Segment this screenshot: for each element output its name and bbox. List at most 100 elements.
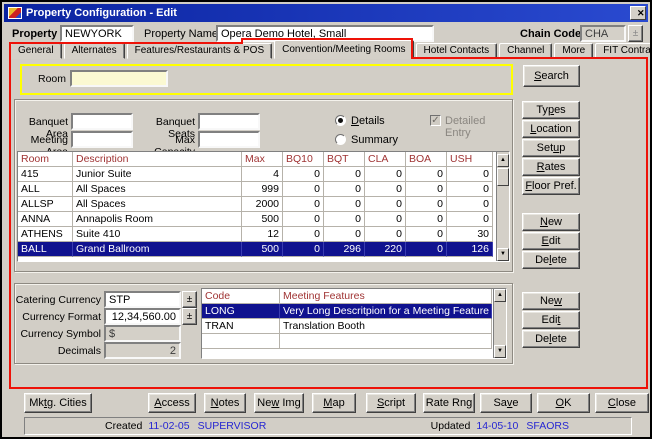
table-cell: LONG [202, 304, 280, 319]
table-cell: 0 [283, 167, 324, 182]
column-header: Meeting Features [280, 289, 492, 304]
table-row[interactable]: LONGVery Long Descritpion for a Meeting … [202, 304, 493, 319]
currency-symbol-input [104, 325, 181, 342]
table-row[interactable]: ALLAll Spaces99900000 [18, 182, 496, 197]
table-header-row: RoomDescriptionMaxBQ10BQTCLABOAUSH [18, 152, 496, 167]
property-input[interactable] [60, 25, 134, 42]
table-cell: 0 [324, 197, 365, 212]
table-cell: 415 [18, 167, 73, 182]
summary-radio[interactable] [335, 134, 346, 145]
table-row[interactable]: TRANTranslation Booth [202, 319, 493, 334]
table-cell: 0 [406, 212, 447, 227]
feature-new-button[interactable]: New [522, 292, 580, 310]
rooms-groupbox: Banquet Area Banquet Seats Meeting Area … [14, 99, 513, 272]
scrollbar-thumb[interactable] [497, 168, 509, 186]
floor-pref-button[interactable]: Floor Pref. [522, 177, 580, 195]
script-button[interactable]: Script [366, 393, 416, 413]
window-title: Property Configuration - Edit [26, 7, 177, 19]
table-cell: BALL [18, 242, 73, 257]
table-row[interactable]: 415Junior Suite400000 [18, 167, 496, 182]
table-row[interactable]: ANNAAnnapolis Room50000000 [18, 212, 496, 227]
table-cell: 0 [283, 212, 324, 227]
search-button[interactable]: Search [523, 65, 580, 87]
tab-general[interactable]: General [10, 43, 62, 59]
table-cell: 12 [242, 227, 283, 242]
chain-code-input [580, 25, 626, 42]
currency-format-lov-icon[interactable]: ± [182, 308, 197, 325]
table-cell: Suite 410 [73, 227, 242, 242]
table-cell: 2000 [242, 197, 283, 212]
banquet-area-input[interactable] [71, 113, 133, 130]
table-cell: 500 [242, 242, 283, 257]
title-bar: Property Configuration - Edit ✕ [4, 4, 648, 22]
status-bar: Created 11-02-05 SUPERVISOR Updated 14-0… [24, 417, 632, 435]
meeting-area-input[interactable] [71, 131, 133, 148]
feature-delete-button[interactable]: Delete [522, 330, 580, 348]
room-delete-button[interactable]: Delete [522, 251, 580, 269]
banquet-seats-input[interactable] [198, 113, 260, 130]
table-cell: Translation Booth [280, 319, 492, 334]
table-cell: 999 [242, 182, 283, 197]
close-button[interactable]: Close [595, 393, 649, 413]
tab-fit-contracts[interactable]: FIT Contracts [595, 43, 652, 59]
chain-code-lov-icon: ± [628, 25, 643, 42]
summary-radio-label[interactable]: Summary [351, 134, 398, 146]
max-capacity-input[interactable] [198, 131, 260, 148]
column-header: CLA [365, 152, 406, 167]
table-cell: 0 [324, 227, 365, 242]
room-new-button[interactable]: New [522, 213, 580, 231]
save-button[interactable]: Save [480, 393, 532, 413]
scroll-up-icon[interactable]: ▲ [497, 154, 509, 167]
table-row[interactable]: BALLGrand Ballroom50002962200126 [18, 242, 496, 257]
scroll-down-icon[interactable]: ▼ [497, 248, 509, 261]
ok-button[interactable]: OK [537, 393, 590, 413]
rate-rng-button[interactable]: Rate Rng [423, 393, 475, 413]
rates-button[interactable]: Rates [522, 158, 580, 176]
types-button[interactable]: Types [522, 101, 580, 119]
details-radio-label[interactable]: Details [351, 115, 385, 127]
currency-format-input[interactable] [104, 308, 181, 325]
tab-convention-meeting-rooms[interactable]: Convention/Meeting Rooms [274, 40, 413, 59]
table-row[interactable]: ALLSPAll Spaces200000000 [18, 197, 496, 212]
table-cell: 0 [406, 197, 447, 212]
location-button[interactable]: Location [522, 120, 580, 138]
table-cell [202, 334, 280, 349]
scroll-down-icon[interactable]: ▼ [494, 345, 506, 358]
mktg-cities-button[interactable]: Mktg. Cities [24, 393, 92, 413]
table-row[interactable] [202, 334, 493, 349]
created-user: SUPERVISOR [198, 420, 267, 432]
table-cell [280, 334, 492, 349]
features-table-body: CodeMeeting FeaturesLONGVery Long Descri… [202, 289, 493, 358]
room-edit-button[interactable]: Edit [522, 232, 580, 250]
tab-alternates[interactable]: Alternates [64, 43, 125, 59]
rooms-table-scrollbar[interactable]: ▲ ▼ [496, 152, 509, 261]
created-date: 11-02-05 [148, 420, 189, 432]
catering-currency-input[interactable] [104, 291, 181, 308]
table-row[interactable]: ATHENSSuite 41012000030 [18, 227, 496, 242]
meeting-features-table: CodeMeeting FeaturesLONGVery Long Descri… [201, 288, 507, 359]
tab-hotel-contacts[interactable]: Hotel Contacts [416, 43, 498, 59]
notes-button[interactable]: Notes [204, 393, 246, 413]
tab-features-restaurants-pos[interactable]: Features/Restaurants & POS [127, 43, 273, 59]
map-button[interactable]: Map [312, 393, 356, 413]
column-header: Description [73, 152, 242, 167]
scroll-up-icon[interactable]: ▲ [494, 289, 506, 302]
column-header: BOA [406, 152, 447, 167]
table-cell: 0 [324, 182, 365, 197]
setup-button[interactable]: Setup [522, 139, 580, 157]
feature-edit-button[interactable]: Edit [522, 311, 580, 329]
details-radio[interactable] [335, 115, 346, 126]
catering-currency-lov-icon[interactable]: ± [182, 291, 197, 308]
catering-currency-label: Catering Currency [15, 294, 101, 306]
tab-more[interactable]: More [554, 43, 593, 59]
column-header: Max [242, 152, 283, 167]
features-table-scrollbar[interactable]: ▲ ▼ [493, 289, 506, 358]
tab-bar: GeneralAlternatesFeatures/Restaurants & … [10, 42, 646, 59]
new-img-button[interactable]: New Img [254, 393, 304, 413]
close-icon[interactable]: ✕ [630, 6, 646, 20]
room-input[interactable] [70, 70, 168, 87]
access-button[interactable]: Access [148, 393, 196, 413]
table-cell: 0 [283, 227, 324, 242]
table-cell: 0 [447, 197, 493, 212]
tab-channel[interactable]: Channel [499, 43, 552, 59]
